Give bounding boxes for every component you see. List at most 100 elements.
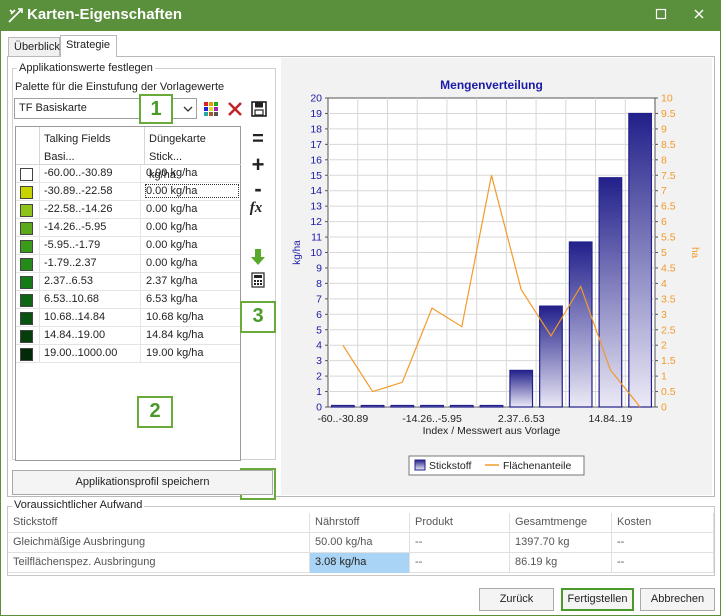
- y2-tick-label: 9: [661, 123, 667, 135]
- table-header-value[interactable]: Düngekarte Stick... kg/ha: [145, 127, 241, 181]
- effort-cell: --: [612, 553, 714, 573]
- app-value[interactable]: 0.00 kg/ha: [146, 239, 197, 251]
- app-value[interactable]: 0.00 kg/ha: [146, 257, 197, 269]
- minus-button[interactable]: -: [249, 176, 267, 201]
- y-tick-label: 19: [310, 108, 322, 120]
- arrow-down-icon[interactable]: [250, 248, 266, 266]
- app-value[interactable]: 2.37 kg/ha: [146, 275, 197, 287]
- app-values-group-label: Applikationswerte festlegen: [17, 62, 155, 74]
- maximize-icon[interactable]: [653, 6, 669, 22]
- table-row[interactable]: -60.00..-30.89 0.00 kg/ha: [16, 165, 240, 183]
- table-row[interactable]: 19.00..1000.00 19.00 kg/ha: [16, 345, 240, 363]
- title-bar: Karten-Eigenschaften: [0, 0, 721, 31]
- app-value[interactable]: 0.00 kg/ha: [146, 221, 197, 233]
- close-icon[interactable]: [691, 6, 707, 22]
- y-tick-label: 0: [316, 402, 322, 414]
- bar: [628, 112, 653, 408]
- y2-tick-label: 2: [661, 340, 667, 352]
- save-icon[interactable]: [250, 100, 268, 118]
- chevron-down-icon: [183, 106, 193, 112]
- table-row[interactable]: -14.26..-5.95 0.00 kg/ha: [16, 219, 240, 237]
- app-value[interactable]: 19.00 kg/ha: [146, 347, 204, 359]
- chart-svg: Mengenverteilung012345678910111213141516…: [292, 78, 700, 476]
- y-tick-label: 5: [316, 324, 322, 336]
- table-row[interactable]: -30.89..-22.58 0.00 kg/ha: [16, 183, 240, 201]
- y-tick-label: 10: [310, 247, 322, 259]
- range-value: 2.37..6.53: [44, 275, 93, 287]
- y-tick-label: 20: [310, 93, 322, 105]
- effort-cell: --: [410, 533, 510, 553]
- y-tick-label: 14: [310, 185, 322, 197]
- color-swatch[interactable]: [20, 348, 33, 361]
- y2-tick-label: 7.5: [661, 170, 676, 182]
- color-swatch[interactable]: [20, 240, 33, 253]
- delete-icon[interactable]: [226, 100, 244, 118]
- table-row[interactable]: -5.95..-1.79 0.00 kg/ha: [16, 237, 240, 255]
- range-value: -14.26..-5.95: [44, 221, 107, 233]
- calculator-icon[interactable]: [251, 272, 265, 288]
- fx-button[interactable]: fx: [247, 200, 265, 218]
- y-axis-label: kg/ha: [292, 240, 303, 265]
- table-header-range[interactable]: Talking Fields Basi...: [40, 127, 145, 165]
- app-value[interactable]: 14.84 kg/ha: [146, 329, 204, 341]
- y2-tick-label: 0: [661, 402, 667, 414]
- y-tick-label: 7: [316, 293, 322, 305]
- y2-tick-label: 10: [661, 93, 673, 105]
- range-value: -30.89..-22.58: [44, 185, 113, 197]
- effort-header-cell: Nährstoff: [310, 513, 410, 533]
- range-value: 6.53..10.68: [44, 293, 100, 305]
- color-swatch[interactable]: [20, 312, 33, 325]
- table-row[interactable]: 10.68..14.84 10.68 kg/ha: [16, 309, 240, 327]
- legend-label: Flächenanteile: [503, 460, 571, 472]
- bar: [449, 404, 474, 408]
- bar: [390, 404, 415, 408]
- color-swatch[interactable]: [20, 186, 33, 199]
- range-value: -5.95..-1.79: [44, 239, 101, 251]
- app-value[interactable]: 0.00 kg/ha: [146, 203, 197, 215]
- plus-button[interactable]: +: [249, 152, 267, 177]
- y2-tick-label: 1: [661, 371, 667, 383]
- y2-tick-label: 4: [661, 278, 667, 290]
- effort-cell[interactable]: 3.08 kg/ha: [310, 553, 410, 573]
- color-swatch[interactable]: [20, 330, 33, 343]
- app-value[interactable]: 6.53 kg/ha: [146, 293, 197, 305]
- tab-strategie[interactable]: Strategie: [60, 35, 117, 57]
- color-swatch[interactable]: [20, 222, 33, 235]
- app-value[interactable]: 0.00 kg/ha: [145, 184, 239, 198]
- color-swatch[interactable]: [20, 294, 33, 307]
- table-row[interactable]: -22.58..-14.26 0.00 kg/ha: [16, 201, 240, 219]
- effort-group-label: Voraussichtlicher Aufwand: [12, 499, 145, 511]
- table-row[interactable]: -1.79..2.37 0.00 kg/ha: [16, 255, 240, 273]
- back-button[interactable]: Zurück: [479, 588, 554, 611]
- table-row[interactable]: 6.53..10.68 6.53 kg/ha: [16, 291, 240, 309]
- equals-button[interactable]: =: [249, 128, 267, 150]
- finish-button[interactable]: Fertigstellen: [561, 588, 634, 611]
- y-tick-label: 9: [316, 262, 322, 274]
- color-swatch[interactable]: [20, 204, 33, 217]
- effort-header-cell: Kosten: [612, 513, 714, 533]
- color-swatch[interactable]: [20, 276, 33, 289]
- color-grid-icon[interactable]: [203, 101, 219, 117]
- app-value[interactable]: 10.68 kg/ha: [146, 311, 204, 323]
- y2-tick-label: 2.5: [661, 324, 676, 336]
- table-row[interactable]: 14.84..19.00 14.84 kg/ha: [16, 327, 240, 345]
- cancel-button[interactable]: Abbrechen: [640, 588, 715, 611]
- table-row[interactable]: 2.37..6.53 2.37 kg/ha: [16, 273, 240, 291]
- effort-header-row: Stickstoff Nährstoff Produkt Gesamtmenge Kos…: [8, 513, 714, 533]
- y-tick-label: 3: [316, 355, 322, 367]
- x-tick-label: 14.84..19: [589, 413, 633, 425]
- y2-tick-label: 1.5: [661, 355, 676, 367]
- effort-cell: 1397.70 kg: [510, 533, 612, 553]
- color-swatch[interactable]: [20, 258, 33, 271]
- chart-area: Mengenverteilung 0 1 2 3 4 5 6 7 8 9 10 11 12 13 14 15 16…: [281, 58, 712, 495]
- range-value: 10.68..14.84: [44, 311, 106, 323]
- color-swatch[interactable]: [20, 168, 33, 181]
- save-profile-button[interactable]: Applikationsprofil speichern: [12, 470, 273, 495]
- y2-tick-label: 7: [661, 185, 667, 197]
- app-value[interactable]: 0.00 kg/ha: [146, 167, 197, 179]
- tab-ueberblick[interactable]: Überblick: [8, 37, 60, 57]
- bar: [598, 177, 623, 408]
- x-axis-label: Index / Messwert aus Vorlage: [423, 425, 561, 437]
- app-icon: [8, 8, 23, 23]
- effort-header-cell: Gesamtmenge: [510, 513, 612, 533]
